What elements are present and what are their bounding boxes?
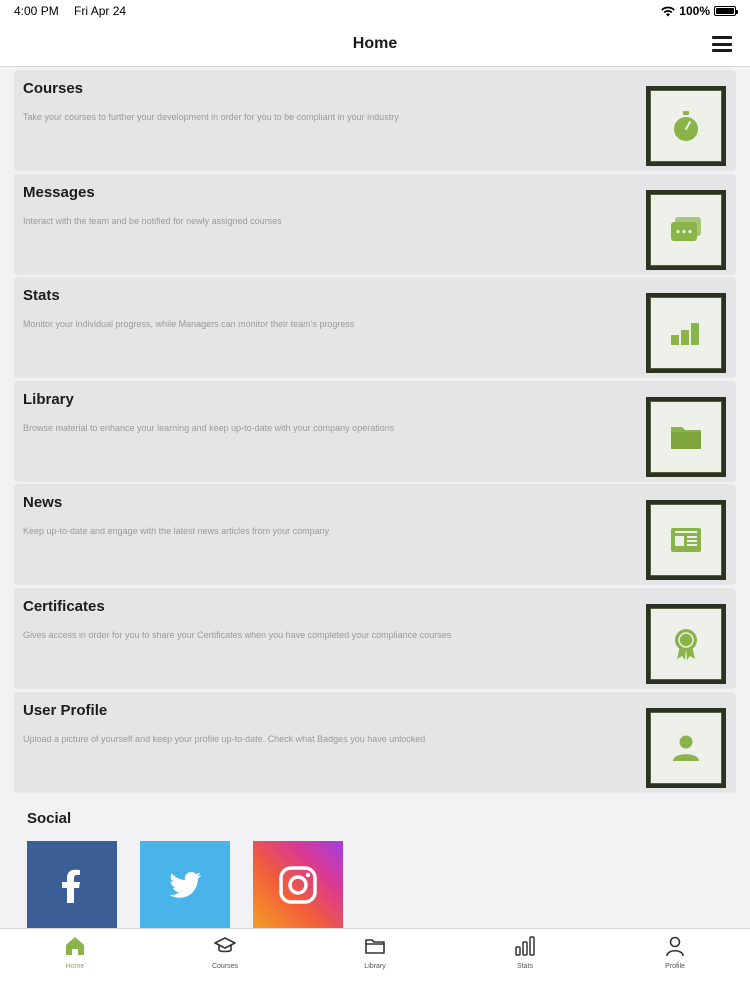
facebook-icon [62,869,80,903]
user-icon [673,735,699,761]
status-left: 4:00 PM Fri Apr 24 [14,4,138,18]
card-title: Courses [23,80,84,97]
card-news[interactable]: News Keep up-to-date and engage with the… [14,484,736,585]
hamburger-menu-icon[interactable] [712,34,732,54]
stopwatch-icon [674,111,698,141]
social-heading: Social [27,810,72,827]
tab-label: Home [65,963,85,970]
card-title: User Profile [23,701,108,719]
tab-profile[interactable]: Profile [615,935,735,970]
bar-chart-icon [515,936,535,956]
nav-bar: Home [0,22,750,67]
folder-icon [671,426,701,449]
status-right: 100% [661,4,738,18]
card-stats[interactable]: Stats Monitor your individual progress, … [14,277,736,378]
card-courses[interactable]: Courses Take your courses to further you… [14,70,736,170]
page-title: Home [352,35,398,52]
card-description: Interact with the team and be notified f… [23,215,282,226]
social-links [27,841,343,929]
tab-courses[interactable]: Courses [165,935,285,970]
battery-percent: 100% [679,4,710,18]
feature-list: Courses Take your courses to further you… [14,70,736,795]
twitter-icon [169,872,202,898]
card-icon-frame [646,500,726,581]
award-badge-icon [675,628,697,660]
tab-label: Library [364,963,386,970]
facebook-button[interactable] [27,841,117,929]
user-icon [666,936,684,957]
card-description: Browse material to enhance your learning… [23,422,395,433]
tab-bar: Home Courses Library Stats Profile [0,928,750,1000]
card-description: Monitor your individual progress, while … [23,319,355,330]
status-bar: 4:00 PM Fri Apr 24 100% [0,0,750,22]
status-date: Fri Apr 24 [74,4,127,18]
card-description: Gives access in order for you to share y… [23,629,452,640]
card-description: Take your courses to further your develo… [23,112,399,122]
card-title: Messages [23,183,95,201]
card-description: Keep up-to-date and engage with the late… [23,526,330,537]
instagram-icon [279,866,317,904]
card-description: Upload a picture of yourself and keep yo… [23,733,426,744]
bar-chart-icon [671,323,699,346]
card-title: Library [23,390,74,408]
card-user-profile[interactable]: User Profile Upload a picture of yoursel… [14,691,736,792]
card-icon-frame [646,189,726,270]
card-icon-frame [646,707,726,788]
card-title: News [23,494,63,512]
card-icon-frame [646,293,726,374]
tab-label: Profile [665,963,685,970]
card-icon-frame [646,603,726,684]
card-title: Certificates [23,597,105,615]
wifi-icon [661,6,676,16]
folder-icon [365,939,385,954]
card-certificates[interactable]: Certificates Gives access in order for y… [14,587,736,688]
card-icon-frame [646,396,726,477]
status-time: 4:00 PM [14,4,59,18]
tab-library[interactable]: Library [315,935,435,970]
instagram-button[interactable] [253,841,343,929]
card-library[interactable]: Library Browse material to enhance your … [14,380,736,481]
twitter-button[interactable] [140,841,230,929]
tab-label: Stats [517,963,533,970]
tab-home[interactable]: Home [15,935,135,970]
battery-fill [716,8,734,14]
card-icon-frame [646,86,726,166]
tab-stats[interactable]: Stats [465,935,585,970]
card-title: Stats [23,287,60,305]
graduation-cap-icon [214,937,236,953]
home-icon [66,937,84,955]
card-messages[interactable]: Messages Interact with the team and be n… [14,173,736,274]
newspaper-icon [671,528,701,553]
chat-bubbles-icon [671,216,701,241]
tab-label: Courses [211,963,239,970]
battery-icon [714,6,738,16]
